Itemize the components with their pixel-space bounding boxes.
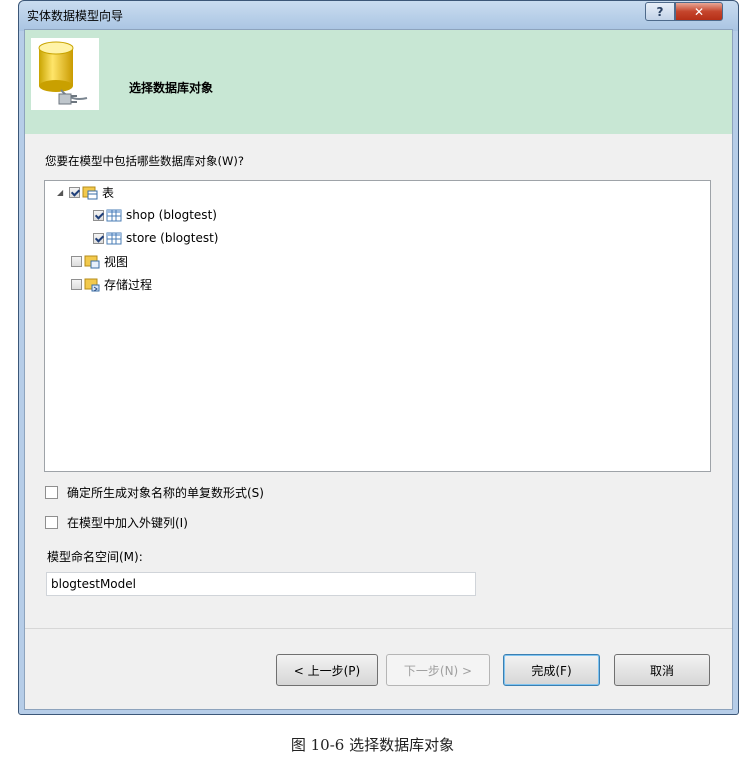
close-icon: ✕ bbox=[693, 4, 705, 19]
previous-button[interactable]: < 上一步(P) bbox=[276, 654, 378, 686]
tree-node-shop[interactable]: shop (blogtest) bbox=[93, 206, 217, 224]
tree-node-tables[interactable]: ◢ 表 bbox=[57, 183, 114, 201]
views-folder-icon bbox=[84, 255, 100, 269]
procedures-checkbox[interactable] bbox=[71, 278, 82, 290]
help-button[interactable]: ? bbox=[645, 2, 675, 21]
pluralize-checkbox[interactable] bbox=[45, 486, 58, 499]
foreign-keys-checkbox[interactable] bbox=[45, 516, 58, 529]
window-title: 实体数据模型向导 bbox=[27, 9, 124, 23]
cancel-button[interactable]: 取消 bbox=[614, 654, 710, 686]
procedures-label: 存储过程 bbox=[104, 277, 153, 292]
objects-prompt: 您要在模型中包括哪些数据库对象(W)? bbox=[45, 154, 244, 168]
figure-caption: 图 10-6 选择数据库对象 bbox=[290, 736, 455, 754]
tree-node-store[interactable]: store (blogtest) bbox=[93, 229, 218, 247]
tree-node-procedures[interactable]: 存储过程 bbox=[71, 275, 152, 293]
procedures-folder-icon bbox=[84, 278, 100, 292]
dialog-client-area: 选择数据库对象 您要在模型中包括哪些数据库对象(W)? ◢ 表 shop (bl… bbox=[24, 29, 733, 710]
pluralize-option[interactable]: 确定所生成对象名称的单复数形式(S) bbox=[45, 484, 264, 501]
wizard-window: 实体数据模型向导 ? ✕ 选择数据库对象 您要在模型中包括哪些数据库对象(W)?… bbox=[18, 0, 739, 715]
table-icon bbox=[106, 232, 122, 245]
store-checkbox[interactable] bbox=[93, 232, 104, 244]
namespace-label: 模型命名空间(M): bbox=[47, 550, 143, 564]
database-connect-icon bbox=[31, 38, 99, 110]
views-checkbox[interactable] bbox=[71, 255, 82, 267]
button-separator bbox=[25, 628, 732, 629]
tables-label: 表 bbox=[102, 185, 115, 200]
views-label: 视图 bbox=[104, 254, 129, 269]
title-bar[interactable]: 实体数据模型向导 ? ✕ bbox=[19, 1, 738, 29]
tables-checkbox[interactable] bbox=[69, 186, 80, 198]
collapse-triangle-icon[interactable]: ◢ bbox=[57, 188, 65, 197]
namespace-input[interactable]: blogtestModel bbox=[46, 572, 476, 596]
shop-label: shop (blogtest) bbox=[126, 208, 217, 222]
page-title: 选择数据库对象 bbox=[129, 81, 214, 95]
database-objects-tree[interactable]: ◢ 表 shop (blogtest) store (blogtest) 视图 bbox=[44, 180, 711, 472]
store-label: store (blogtest) bbox=[126, 231, 219, 245]
foreign-keys-label: 在模型中加入外键列(I) bbox=[67, 516, 188, 530]
finish-button[interactable]: 完成(F) bbox=[503, 654, 600, 686]
tables-folder-icon bbox=[82, 186, 98, 200]
shop-checkbox[interactable] bbox=[93, 209, 104, 221]
foreign-keys-option[interactable]: 在模型中加入外键列(I) bbox=[45, 514, 188, 531]
table-icon bbox=[106, 209, 122, 222]
wizard-header: 选择数据库对象 bbox=[25, 30, 732, 134]
help-icon: ? bbox=[656, 4, 664, 19]
next-button[interactable]: 下一步(N) > bbox=[386, 654, 490, 686]
pluralize-label: 确定所生成对象名称的单复数形式(S) bbox=[67, 486, 264, 500]
close-button[interactable]: ✕ bbox=[675, 2, 723, 21]
tree-node-views[interactable]: 视图 bbox=[71, 252, 128, 270]
